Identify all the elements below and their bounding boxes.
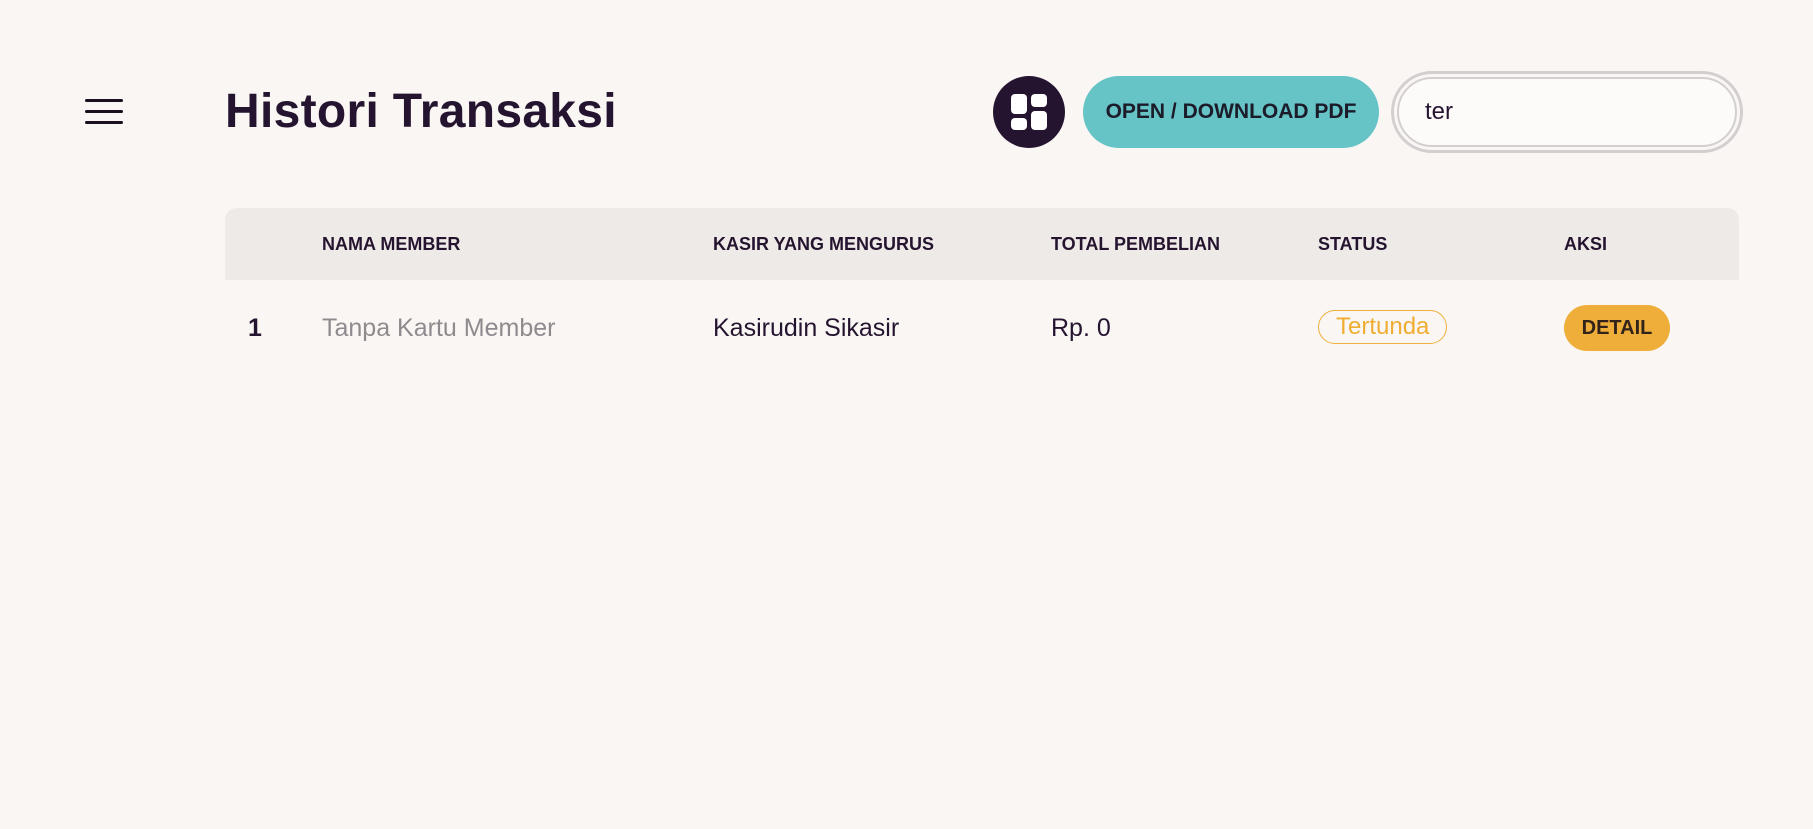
dashboard-grid-icon <box>1011 94 1047 130</box>
hamburger-menu-icon <box>85 99 123 102</box>
member-name: Tanpa Kartu Member <box>322 314 556 342</box>
hamburger-menu-icon-bar <box>85 121 123 124</box>
column-header-aksi: AKSI <box>1564 234 1608 254</box>
total-purchase: Rp. 0 <box>1051 314 1111 342</box>
search-input[interactable] <box>1397 77 1737 147</box>
table-row: 1 Tanpa Kartu Member Kasirudin Sikasir R… <box>225 280 1739 376</box>
column-header-status: STATUS <box>1318 234 1388 254</box>
column-header-total: TOTAL PEMBELIAN <box>1051 234 1221 254</box>
search-field-wrapper <box>1391 71 1743 153</box>
table-header: NAMA MEMBER KASIR YANG MENGURUS TOTAL PE… <box>225 208 1739 280</box>
column-header-kasir: KASIR YANG MENGURUS <box>713 234 935 254</box>
open-download-pdf-button[interactable]: OPEN / DOWNLOAD PDF <box>1083 76 1379 148</box>
hamburger-menu-icon-bar <box>85 110 123 113</box>
layout-toggle-button[interactable] <box>993 76 1065 148</box>
menu-button[interactable] <box>85 96 123 128</box>
page-title: Histori Transaksi <box>225 85 617 138</box>
column-header-member: NAMA MEMBER <box>322 234 461 254</box>
detail-button[interactable]: DETAIL <box>1564 305 1670 351</box>
row-number: 1 <box>248 314 262 342</box>
status-badge: Tertunda <box>1318 310 1448 344</box>
transaction-table: NAMA MEMBER KASIR YANG MENGURUS TOTAL PE… <box>225 208 1739 376</box>
cashier-name: Kasirudin Sikasir <box>713 314 900 342</box>
